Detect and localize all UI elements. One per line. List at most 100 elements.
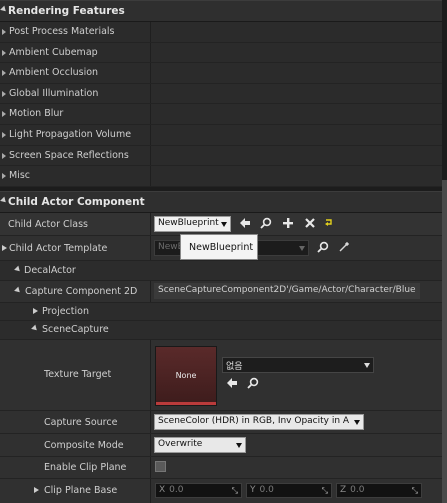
child-actor-class-combo[interactable]: NewBlueprint: [154, 216, 231, 232]
rendering-features-title: Rendering Features: [8, 5, 125, 17]
capture-source-combo[interactable]: SceneColor (HDR) in RGB, Inv Opacity in …: [154, 414, 364, 430]
capture-component-field[interactable]: SceneCaptureComponent2D'/Game/Actor/Char…: [154, 283, 420, 299]
name-column: Enable Clip Plane: [0, 457, 150, 478]
list-item[interactable]: Screen Space Reflections: [0, 145, 442, 167]
expand-arrow-icon: [2, 29, 6, 35]
expand-arrow-icon[interactable]: [34, 487, 39, 493]
expand-arrow-icon: [2, 111, 6, 118]
axis-label: Y: [250, 485, 256, 495]
texture-target-combo[interactable]: 없음: [222, 357, 374, 373]
list-item-label: Ambient Occlusion: [9, 67, 99, 79]
texture-thumbnail[interactable]: None: [155, 346, 217, 406]
reset-to-default-icon[interactable]: [322, 217, 336, 231]
projection-label: Projection: [42, 306, 89, 317]
rendering-features-header[interactable]: Rendering Features: [0, 0, 442, 22]
column-divider[interactable]: [150, 145, 151, 166]
list-item-label: Light Propagation Volume: [9, 129, 132, 140]
chevron-down-icon: [221, 222, 227, 227]
column-divider[interactable]: [150, 42, 151, 63]
composite-mode-row: Composite Mode Overwrite: [0, 434, 442, 456]
enable-clip-plane-row: Enable Clip Plane: [0, 457, 442, 478]
expand-arrow-icon: [2, 49, 6, 56]
clear-icon[interactable]: [303, 217, 317, 231]
scrollbar-thumb[interactable]: [442, 180, 447, 503]
drag-grip-icon[interactable]: ⤡: [322, 486, 328, 496]
name-column: Capture Source: [0, 411, 150, 433]
list-item[interactable]: Misc: [0, 166, 442, 187]
field-value: 0.0: [259, 485, 274, 495]
child-actor-component-title: Child Actor Component: [8, 196, 145, 208]
collapse-arrow-icon: [0, 5, 8, 14]
list-item-label: Misc: [9, 170, 31, 182]
composite-mode-combo[interactable]: Overwrite: [154, 437, 246, 453]
clip-plane-z-field[interactable]: Z 0.0 ⤡: [336, 483, 422, 498]
scene-capture-row: SceneCapture: [0, 321, 442, 339]
column-divider[interactable]: [150, 166, 151, 186]
list-item[interactable]: Global Illumination: [0, 83, 442, 105]
browse-search-icon[interactable]: [259, 217, 273, 231]
column-divider[interactable]: [150, 479, 151, 503]
expand-arrow-icon: [2, 70, 6, 77]
name-column: Capture Component 2D: [0, 281, 150, 302]
enable-clip-plane-label: Enable Clip Plane: [44, 462, 127, 473]
collapse-arrow-icon[interactable]: [14, 286, 22, 295]
column-divider[interactable]: [150, 63, 151, 83]
combo-value: Overwrite: [158, 439, 203, 449]
list-item-label: Motion Blur: [9, 108, 64, 120]
expand-arrow-icon: [2, 173, 6, 180]
use-selected-icon[interactable]: [238, 217, 252, 231]
chevron-down-icon: [299, 246, 305, 251]
decal-actor-label: DecalActor: [24, 265, 76, 276]
combo-value: NewBlueprint: [158, 218, 219, 228]
composite-mode-label: Composite Mode: [44, 440, 124, 451]
chevron-down-icon: [236, 443, 242, 448]
expand-arrow-icon[interactable]: [2, 245, 7, 251]
list-item[interactable]: Light Propagation Volume: [0, 125, 442, 146]
list-item[interactable]: Motion Blur: [0, 104, 442, 125]
collapse-arrow-icon[interactable]: [31, 324, 39, 333]
value-column: NewBlueprint: [151, 213, 442, 235]
collapse-arrow-icon: [0, 196, 8, 205]
list-item-label: Global Illumination: [9, 87, 99, 99]
list-item[interactable]: Ambient Cubemap: [0, 42, 442, 64]
add-icon[interactable]: [281, 217, 295, 231]
capture-component-row: Capture Component 2D SceneCaptureCompone…: [0, 281, 442, 302]
list-item[interactable]: Post Process Materials: [0, 22, 442, 43]
name-column: Composite Mode: [0, 434, 150, 456]
expand-arrow-icon[interactable]: [33, 308, 38, 314]
child-actor-template-label: Child Actor Template: [9, 243, 108, 254]
browse-search-icon[interactable]: [246, 377, 260, 391]
capture-source-label: Capture Source: [44, 417, 118, 428]
list-item-label: Screen Space Reflections: [9, 149, 129, 161]
axis-label: X: [159, 485, 166, 495]
drag-grip-icon[interactable]: ⤡: [412, 486, 418, 496]
column-divider[interactable]: [150, 83, 151, 104]
use-selected-icon[interactable]: [225, 377, 239, 391]
name-column: Clip Plane Base: [0, 479, 150, 503]
list-item-label: Post Process Materials: [9, 26, 115, 37]
drag-grip-icon[interactable]: ⤡: [232, 486, 238, 496]
column-divider[interactable]: [150, 22, 151, 42]
column-divider[interactable]: [150, 340, 151, 410]
column-divider[interactable]: [150, 457, 151, 478]
name-column: Texture Target: [0, 340, 150, 410]
column-divider[interactable]: [150, 104, 151, 124]
chevron-down-icon: [354, 420, 360, 425]
name-column: Child Actor Template: [0, 236, 150, 260]
picker-icon[interactable]: [337, 241, 351, 255]
chevron-down-icon: [364, 363, 370, 368]
browse-search-icon[interactable]: [316, 241, 330, 255]
list-item[interactable]: Ambient Occlusion: [0, 63, 442, 84]
texture-target-row: Texture Target: [0, 340, 442, 410]
collapse-arrow-icon[interactable]: [14, 265, 22, 274]
clip-plane-y-field[interactable]: Y 0.0 ⤡: [246, 483, 332, 498]
clip-plane-x-field[interactable]: X 0.0 ⤡: [155, 483, 242, 498]
expand-arrow-icon: [2, 132, 6, 138]
axis-label: Z: [340, 485, 347, 495]
value-column: SceneCaptureComponent2D'/Game/Actor/Char…: [151, 281, 442, 302]
scene-capture-label: SceneCapture: [42, 324, 109, 335]
enable-clip-plane-checkbox[interactable]: [155, 461, 166, 472]
child-actor-component-header[interactable]: Child Actor Component: [0, 191, 442, 213]
child-actor-class-row: Child Actor Class NewBlueprint: [0, 213, 442, 235]
column-divider[interactable]: [150, 125, 151, 145]
